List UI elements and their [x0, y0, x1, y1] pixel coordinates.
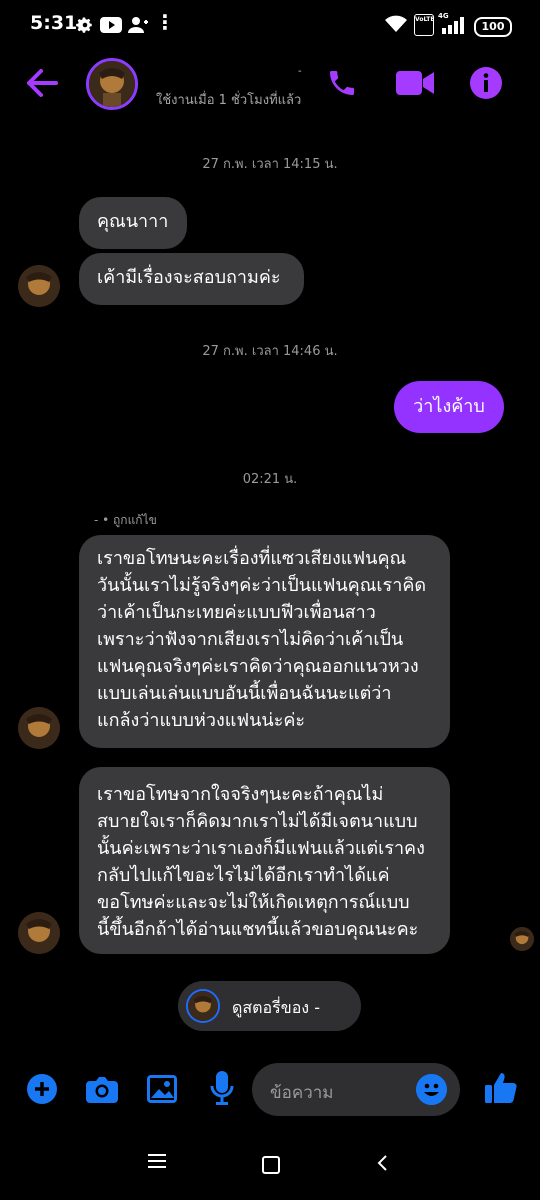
message-line: ว่าเค้าเป็นกะเทยค่ะแบบฟีวเพื่อนสาว	[97, 602, 376, 623]
camera-icon[interactable]	[86, 1075, 118, 1103]
contact-name: -	[298, 66, 302, 77]
story-avatar	[186, 989, 220, 1023]
more-notifications-icon: ⋮	[155, 10, 175, 34]
timestamp: 02:21 น.	[242, 472, 298, 487]
message-input-placeholder: ข้อความ	[270, 1083, 334, 1103]
message-line: เราขอโทษนะคะเรื่องที่แซวเสียงแฟนคุณ	[97, 548, 407, 569]
message-bubble[interactable]: คุณนาาา	[79, 197, 187, 249]
edited-label: - • ถูกแก้ไข	[94, 513, 157, 527]
emoji-icon[interactable]	[416, 1074, 447, 1105]
volte-badge: VoLTE	[414, 14, 434, 36]
timestamp: 27 ก.พ. เวลา 14:15 น.	[202, 157, 338, 172]
microphone-icon[interactable]	[210, 1071, 234, 1105]
message-line: นี้ขึ้นอีกถ้าได้อ่านแชทนี้แล้วขอบคุณนะคะ	[97, 919, 419, 940]
message-input[interactable]: ข้อความ	[252, 1063, 460, 1116]
youtube-icon	[100, 17, 122, 33]
view-story-label: ดูสตอรี่ของ -	[232, 998, 320, 1017]
battery-indicator: 100	[474, 17, 512, 37]
recents-nav-icon[interactable]	[148, 1154, 166, 1168]
settings-icon	[76, 17, 92, 33]
message-line: กลับไปแก้ไขอะไรไม่ได้อีกเราทำได้แค่	[97, 865, 390, 886]
message-line: แกล้งว่าแบบห่วงแฟนน่ะค่ะ	[97, 710, 306, 731]
contact-avatar[interactable]	[86, 58, 138, 110]
message-line: เราขอโทษจากใจจริงๆนะคะถ้าคุณไม่	[97, 784, 384, 805]
sender-avatar[interactable]	[18, 265, 60, 307]
status-time: 5:31	[30, 12, 78, 34]
message-bubble[interactable]: เราขอโทษจากใจจริงๆนะคะถ้าคุณไม่ สบายใจเร…	[79, 767, 450, 954]
sender-avatar[interactable]	[18, 912, 60, 954]
signal-icon	[442, 17, 464, 34]
message-line: เพราะว่าฟังจากเสียงเราไม่คิดว่าเค้าเป็น	[97, 629, 404, 650]
message-line: แบบเล่นเล่นแบบอันนี้เพื่อนฉันนะแต่ว่า	[97, 683, 392, 704]
message-line: วันนั้นเราไม่รู้จริงๆค่ะว่าเป็นแฟนคุณเรา…	[97, 575, 427, 596]
add-person-icon	[128, 17, 148, 33]
message-bubble[interactable]: เราขอโทษนะคะเรื่องที่แซวเสียงแฟนคุณ วันน…	[79, 535, 450, 748]
timestamp: 27 ก.พ. เวลา 14:46 น.	[202, 344, 338, 359]
back-arrow-icon[interactable]	[26, 68, 58, 98]
message-bubble[interactable]: เค้ามีเรื่องจะสอบถามค่ะ	[79, 253, 304, 305]
back-nav-icon[interactable]	[376, 1154, 388, 1172]
message-line: นั้นค่ะเพราะว่าเราเองก็มีแฟนแล้วแต่เราคง	[97, 838, 425, 859]
plus-icon[interactable]	[27, 1074, 57, 1104]
view-story-button[interactable]: ดูสตอรี่ของ -	[178, 981, 361, 1031]
seen-receipt-avatar	[510, 927, 534, 951]
wifi-icon	[385, 15, 407, 32]
message-line: สบายใจเราก็คิดมากเราไม่ได้มีเจตนาแบบ	[97, 811, 418, 832]
message-line: ขอโทษค่ะและจะไม่ให้เกิดเหตุการณ์แบบ	[97, 892, 410, 913]
contact-active-status: ใช้งานเมื่อ 1 ชั่วโมงที่แล้ว	[156, 93, 302, 108]
home-nav-icon[interactable]	[262, 1156, 280, 1174]
thumbs-up-icon[interactable]	[484, 1071, 518, 1105]
avatar-image	[89, 61, 135, 107]
sender-avatar[interactable]	[18, 707, 60, 749]
phone-call-icon[interactable]	[326, 66, 358, 100]
video-call-icon[interactable]	[396, 69, 434, 97]
my-message-bubble[interactable]: ว่าไงค้าบ	[394, 381, 504, 433]
info-icon[interactable]	[470, 67, 502, 99]
gallery-icon[interactable]	[147, 1075, 177, 1103]
message-line: แฟนคุณจริงๆค่ะเราคิดว่าคุณออกแนวหวง	[97, 656, 419, 677]
